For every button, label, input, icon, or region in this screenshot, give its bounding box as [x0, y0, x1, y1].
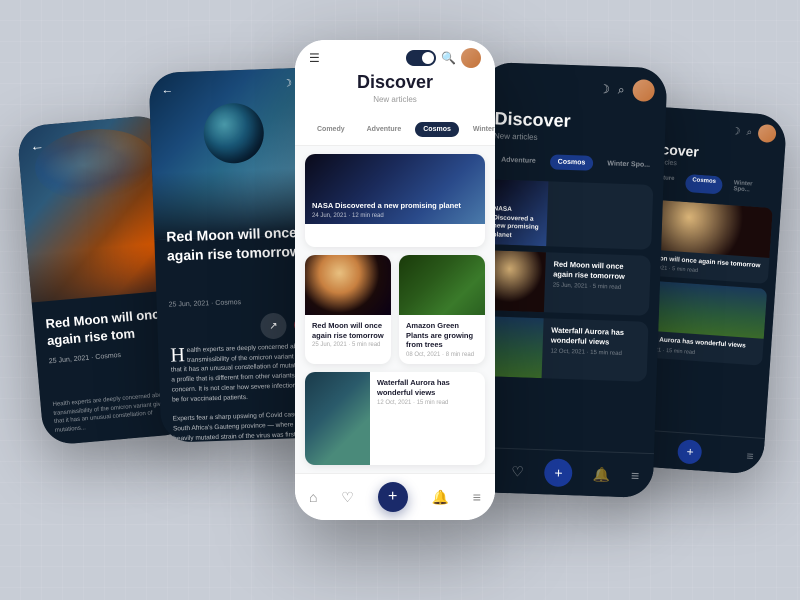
phone2-dropcap: H [170, 346, 185, 364]
phone3-card-nasa-image: NASA Discovered a new promising planet 2… [305, 154, 485, 224]
phone3-card-nasa[interactable]: NASA Discovered a new promising planet 2… [305, 154, 485, 247]
phone3-card-waterfall-image [305, 372, 370, 465]
phone4-card-waterfall-title: Waterfall Aurora has wonderful views [551, 325, 641, 348]
phone3-header: Discover New articles [295, 72, 495, 114]
phone4-bottom-nav: ⌂ ♡ + 🔔 ≡ [468, 447, 654, 498]
phone5-search-icon[interactable]: ⌕ [746, 127, 752, 138]
phone3-card-green-meta: 08 Oct, 2021 · 8 min read [406, 352, 478, 358]
phone3-card-green-title: Amazon Green Plants are growing from tre… [406, 321, 478, 350]
phone5-tab-cosmos[interactable]: Cosmos [684, 174, 723, 195]
phone3-search-icon[interactable]: 🔍 [441, 51, 456, 65]
phone3-card-moon-image [305, 255, 391, 315]
phone4-moon-icon[interactable]: ☽ [599, 82, 610, 96]
phone2-back-icon[interactable]: ← [161, 82, 173, 96]
phone4-avatar[interactable] [632, 79, 655, 102]
phone4-filter-icon[interactable]: ≡ [631, 467, 640, 483]
phone3-tab-comedy[interactable]: Comedy [309, 122, 353, 137]
phone3-card-row-1: Red Moon will once again rise tomorrow 2… [305, 255, 485, 364]
phone3-card-waterfall-body: Waterfall Aurora has wonderful views 12 … [370, 372, 485, 465]
phone4-tab-cosmos[interactable]: Cosmos [549, 154, 593, 171]
phones-container: ← Red Moon will once again rise tom 25 J… [0, 0, 800, 600]
phone3-avatar[interactable] [461, 48, 481, 68]
phone5-tab-winter[interactable]: Winter Spo... [726, 177, 773, 198]
phone4-card-waterfall-meta: 12 Oct, 2021 · 15 min read [550, 348, 639, 357]
phone3-bell-icon[interactable]: 🔔 [432, 489, 449, 506]
phone4-card-waterfall[interactable]: Waterfall Aurora has wonderful views 12 … [482, 316, 649, 382]
phone5-fab-button[interactable]: + [677, 439, 703, 465]
phone3-card-moon-title: Red Moon will once again rise tomorrow [312, 321, 384, 341]
phone3-card-waterfall[interactable]: Waterfall Aurora has wonderful views 12 … [305, 372, 485, 465]
phone4-bell-icon[interactable]: 🔔 [593, 466, 611, 484]
phone-4: ☽ ⌕ Discover New articles Adventure Cosm… [468, 62, 668, 498]
phone3-statusbar: ☰ 🔍 [295, 40, 495, 72]
phone5-moon-icon: ☽ [731, 126, 741, 138]
phone3-card-moon-meta: 25 Jun, 2021 · 5 min read [312, 342, 384, 348]
phone4-card-moon[interactable]: Red Moon will once again rise tomorrow 2… [484, 250, 651, 316]
phone3-fab-button[interactable]: + [378, 482, 408, 512]
phone3-card-waterfall-title: Waterfall Aurora has wonderful views [377, 378, 478, 398]
phone3-card-green-body: Amazon Green Plants are growing from tre… [399, 315, 485, 364]
phone4-card-moon-title: Red Moon will once again rise tomorrow [553, 260, 643, 283]
phone4-discover-title: Discover [494, 108, 652, 134]
phone4-bookmark-icon[interactable]: ♡ [511, 463, 524, 480]
phone3-cards: NASA Discovered a new promising planet 2… [295, 146, 495, 473]
phone3-menu-icon[interactable]: ☰ [309, 51, 320, 65]
phone3-card-green-image [399, 255, 485, 315]
phone3-bookmark-icon[interactable]: ♡ [341, 489, 354, 506]
phone3-status-icons: 🔍 [406, 48, 481, 68]
phone4-tab-winter[interactable]: Winter Spo... [599, 156, 658, 173]
phone4-card-nasa-image: NASA Discovered a new promising planet [486, 179, 548, 246]
phone4-search-icon[interactable]: ⌕ [618, 82, 625, 97]
phone3-tab-cosmos[interactable]: Cosmos [415, 122, 459, 137]
phone4-tab-adventure[interactable]: Adventure [493, 152, 544, 169]
phone2-share-button[interactable]: ↗ [260, 313, 287, 340]
phone1-back-icon[interactable]: ← [29, 137, 44, 154]
phone4-card-moon-meta: 25 Jun, 2021 · 5 min read [553, 282, 642, 291]
phone4-fab-button[interactable]: + [544, 458, 573, 487]
phone4-card-waterfall-body: Waterfall Aurora has wonderful views 12 … [542, 318, 649, 382]
phone4-header: ☽ ⌕ [481, 62, 667, 110]
phone3-dark-mode-toggle[interactable] [406, 50, 436, 66]
phone3-card-waterfall-meta: 12 Oct, 2021 · 15 min read [377, 400, 478, 406]
phone5-filter-icon[interactable]: ≡ [746, 449, 754, 463]
phone2-planet [202, 103, 264, 165]
phone3-card-green[interactable]: Amazon Green Plants are growing from tre… [399, 255, 485, 364]
phone-3: ☰ 🔍 Discover New articles Comedy Adventu… [295, 40, 495, 520]
phone2-moon-icon: ☽ [283, 78, 292, 92]
phone3-home-icon[interactable]: ⌂ [309, 489, 317, 505]
phone3-card-moon[interactable]: Red Moon will once again rise tomorrow 2… [305, 255, 391, 364]
phone3-card-moon-body: Red Moon will once again rise tomorrow 2… [305, 315, 391, 355]
phone3-tab-adventure[interactable]: Adventure [359, 122, 410, 137]
phone2-meta: 25 Jun, 2021 · Cosmos [169, 299, 242, 309]
phone4-title-section: Discover New articles [480, 104, 666, 154]
phone3-bottom-nav: ⌂ ♡ + 🔔 ≡ [295, 473, 495, 520]
phone3-tab-winter[interactable]: Winter Spo... [465, 122, 495, 137]
phone3-subtitle: New articles [309, 95, 481, 104]
phone5-avatar[interactable] [757, 124, 776, 143]
phone3-filter-icon[interactable]: ≡ [473, 489, 481, 505]
phone4-card-nasa[interactable]: NASA Discovered a new promising planet [486, 179, 653, 250]
phone3-discover-title: Discover [309, 72, 481, 93]
phone4-cards: NASA Discovered a new promising planet R… [469, 175, 663, 453]
phone4-card-moon-body: Red Moon will once again rise tomorrow 2… [544, 252, 651, 316]
phone3-tabs: Comedy Adventure Cosmos Winter Spo... [295, 114, 495, 146]
